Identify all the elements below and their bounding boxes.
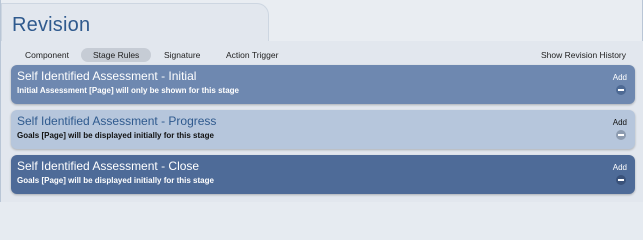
tab-stage-rules[interactable]: Stage Rules [81,48,152,62]
tab-component[interactable]: Component [13,48,81,62]
stage-rule-panel-progress: Self Identified Assessment - Progress Go… [11,110,635,149]
panel-subtitle: Initial Assessment [Page] will only be s… [17,86,239,95]
tab-signature[interactable]: Signature [152,48,212,62]
minus-circle-icon[interactable] [616,175,626,185]
show-revision-history-link[interactable]: Show Revision History [541,48,626,62]
tab-action-trigger[interactable]: Action Trigger [214,48,290,62]
panel-subtitle: Goals [Page] will be displayed initially… [17,131,214,140]
minus-circle-icon[interactable] [616,130,626,140]
add-button[interactable]: Add [613,73,627,82]
minus-circle-icon[interactable] [616,85,626,95]
stage-rule-panel-initial: Self Identified Assessment - Initial Ini… [11,65,635,104]
panel-title: Self Identified Assessment - Close [17,159,200,173]
title-tab: Revision [1,3,269,41]
stage-rule-panel-close: Self Identified Assessment - Close Goals… [11,155,635,194]
add-button[interactable]: Add [613,118,627,127]
panel-subtitle: Goals [Page] will be displayed initially… [17,176,214,185]
panel-title: Self Identified Assessment - Initial [17,69,197,83]
panel-title: Self Identified Assessment - Progress [17,114,217,128]
page-title: Revision [12,14,91,36]
app-frame: Revision Component Stage Rules Signature… [0,0,643,202]
add-button[interactable]: Add [613,163,627,172]
